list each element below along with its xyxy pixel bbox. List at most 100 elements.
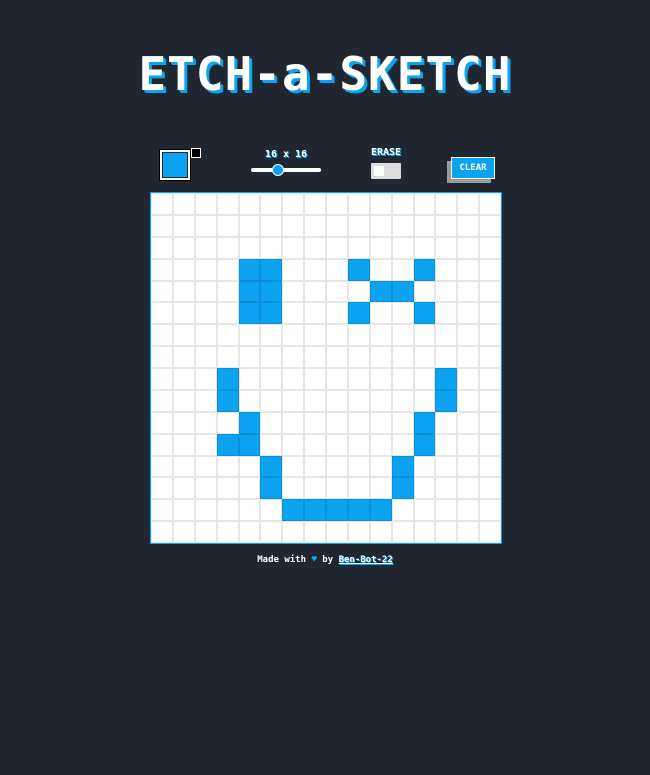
grid-cell[interactable] (238, 389, 261, 412)
grid-cell[interactable] (304, 477, 326, 500)
grid-cell[interactable] (435, 411, 458, 434)
grid-cell[interactable] (457, 521, 480, 543)
grid-cell[interactable] (457, 346, 480, 368)
grid-cell[interactable] (326, 521, 348, 543)
grid-cell[interactable] (347, 214, 370, 237)
grid-cell[interactable] (457, 477, 480, 500)
author-link[interactable]: Ben-Bot-22 (339, 555, 393, 565)
grid-cell[interactable] (413, 477, 436, 500)
grid-cell[interactable] (457, 280, 480, 303)
grid-cell[interactable] (413, 455, 436, 478)
grid-cell[interactable] (151, 389, 173, 412)
grid-cell[interactable] (172, 193, 195, 215)
grid-cell[interactable] (238, 521, 261, 543)
grid-cell[interactable] (260, 280, 283, 303)
grid-cell[interactable] (347, 477, 370, 500)
grid-cell[interactable] (282, 324, 305, 347)
grid-cell[interactable] (391, 499, 414, 522)
grid-cell[interactable] (151, 280, 173, 303)
grid-cell[interactable] (391, 258, 414, 281)
grid-cell[interactable] (216, 499, 239, 522)
grid-cell[interactable] (216, 214, 239, 237)
grid-cell[interactable] (260, 389, 283, 412)
grid-cell[interactable] (151, 214, 173, 237)
grid-cell[interactable] (369, 214, 392, 237)
grid-cell[interactable] (260, 433, 283, 456)
grid-cell[interactable] (457, 302, 480, 325)
grid-cell[interactable] (260, 477, 283, 500)
grid-cell[interactable] (216, 302, 239, 325)
grid-cell[interactable] (347, 324, 370, 347)
grid-cell[interactable] (479, 389, 501, 412)
grid-cell[interactable] (413, 302, 436, 325)
grid-cell[interactable] (391, 411, 414, 434)
grid-size-slider-track[interactable] (251, 168, 321, 172)
grid-cell[interactable] (479, 324, 501, 347)
grid-cell[interactable] (238, 477, 261, 500)
grid-cell[interactable] (172, 368, 195, 390)
grid-cell[interactable] (282, 455, 305, 478)
grid-cell[interactable] (151, 477, 173, 500)
grid-cell[interactable] (216, 236, 239, 259)
grid-cell[interactable] (216, 368, 239, 390)
grid-cell[interactable] (347, 411, 370, 434)
grid-cell[interactable] (216, 280, 239, 303)
grid-cell[interactable] (151, 521, 173, 543)
grid-cell[interactable] (369, 389, 392, 412)
grid-cell[interactable] (238, 411, 261, 434)
grid-cell[interactable] (435, 477, 458, 500)
grid-cell[interactable] (172, 302, 195, 325)
grid-cell[interactable] (347, 455, 370, 478)
grid-cell[interactable] (304, 346, 326, 368)
grid-cell[interactable] (260, 346, 283, 368)
grid-cell[interactable] (238, 302, 261, 325)
grid-cell[interactable] (413, 324, 436, 347)
primary-color-picker[interactable] (159, 149, 191, 181)
grid-cell[interactable] (413, 346, 436, 368)
grid-cell[interactable] (413, 280, 436, 303)
grid-cell[interactable] (194, 258, 217, 281)
grid-cell[interactable] (194, 280, 217, 303)
grid-cell[interactable] (347, 280, 370, 303)
grid-cell[interactable] (413, 193, 436, 215)
grid-cell[interactable] (282, 346, 305, 368)
grid-cell[interactable] (304, 521, 326, 543)
grid-cell[interactable] (347, 521, 370, 543)
grid-cell[interactable] (238, 280, 261, 303)
grid-cell[interactable] (282, 258, 305, 281)
grid-cell[interactable] (216, 521, 239, 543)
grid-cell[interactable] (194, 521, 217, 543)
grid-cell[interactable] (347, 346, 370, 368)
grid-cell[interactable] (172, 280, 195, 303)
grid-cell[interactable] (369, 368, 392, 390)
grid-cell[interactable] (391, 302, 414, 325)
grid-cell[interactable] (216, 411, 239, 434)
grid-cell[interactable] (282, 280, 305, 303)
grid-cell[interactable] (457, 455, 480, 478)
grid-cell[interactable] (391, 368, 414, 390)
grid-cell[interactable] (304, 389, 326, 412)
grid-cell[interactable] (282, 433, 305, 456)
grid-cell[interactable] (304, 411, 326, 434)
grid-cell[interactable] (326, 368, 348, 390)
grid-cell[interactable] (238, 499, 261, 522)
grid-cell[interactable] (391, 236, 414, 259)
grid-cell[interactable] (194, 477, 217, 500)
grid-cell[interactable] (194, 346, 217, 368)
grid-cell[interactable] (435, 368, 458, 390)
grid-cell[interactable] (304, 236, 326, 259)
grid-cell[interactable] (347, 499, 370, 522)
grid-cell[interactable] (194, 389, 217, 412)
grid-cell[interactable] (216, 324, 239, 347)
grid-cell[interactable] (194, 236, 217, 259)
grid-size-slider-thumb[interactable] (272, 164, 285, 176)
grid-cell[interactable] (479, 455, 501, 478)
grid-cell[interactable] (457, 193, 480, 215)
grid-cell[interactable] (326, 324, 348, 347)
grid-cell[interactable] (413, 214, 436, 237)
grid-cell[interactable] (238, 236, 261, 259)
grid-cell[interactable] (216, 258, 239, 281)
grid-cell[interactable] (326, 455, 348, 478)
grid-cell[interactable] (282, 193, 305, 215)
grid-cell[interactable] (326, 499, 348, 522)
